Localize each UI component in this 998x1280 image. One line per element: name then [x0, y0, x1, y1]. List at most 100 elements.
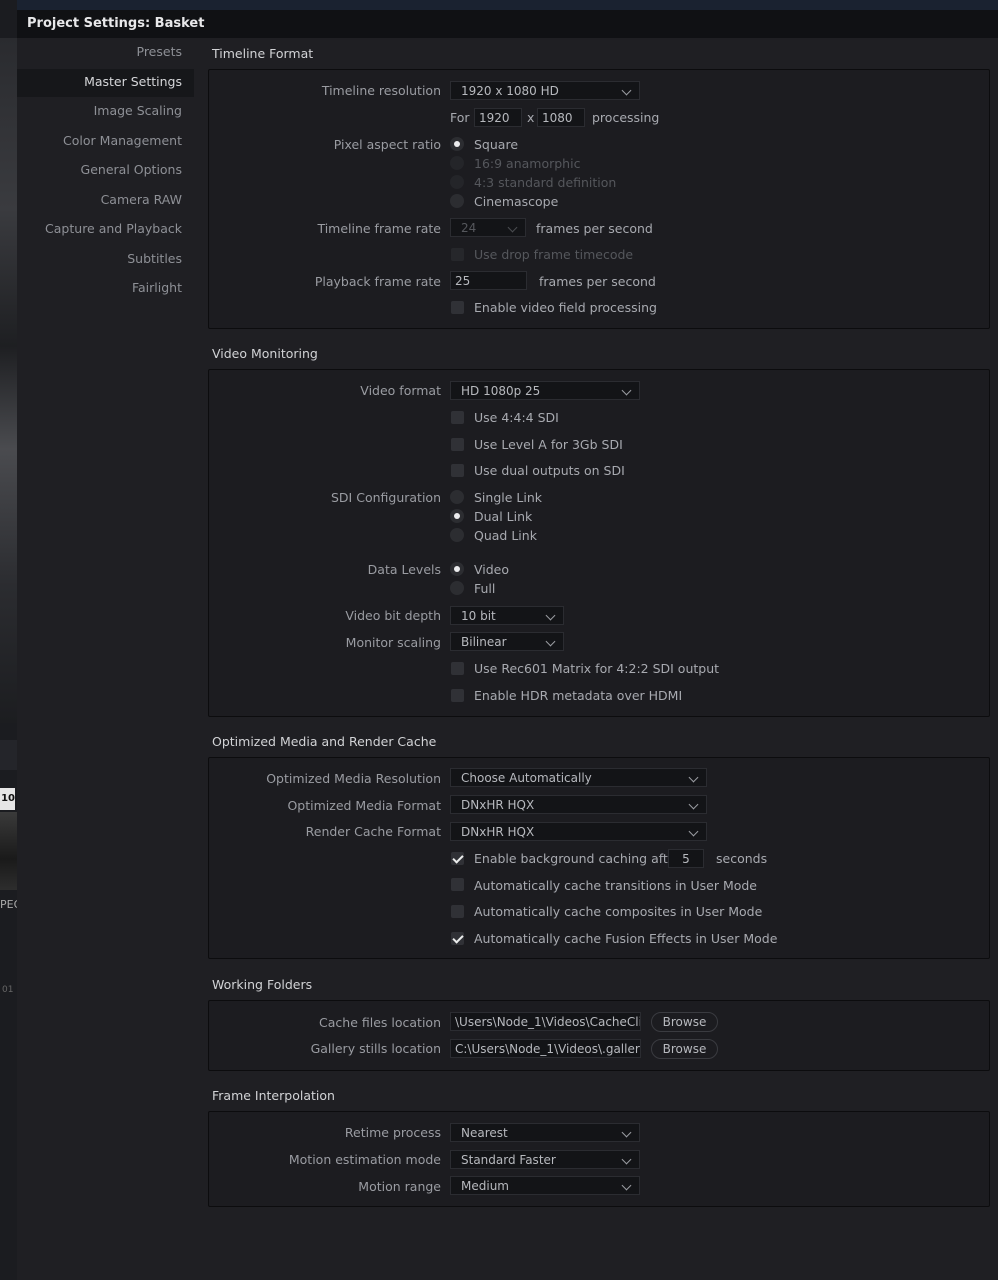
chevron-down-icon	[621, 385, 632, 396]
sidebar-item-color-management[interactable]: Color Management	[63, 133, 182, 148]
chevron-down-icon	[621, 85, 632, 96]
chevron-down-icon	[688, 772, 699, 783]
sidebar-item-image-scaling[interactable]: Image Scaling	[94, 103, 182, 118]
video-bit-depth-dropdown[interactable]: 10 bit	[450, 606, 564, 625]
section-title-timeline-format: Timeline Format	[212, 46, 314, 61]
par-cinemascope-label: Cinemascope	[474, 194, 559, 209]
render-cache-format-label: Render Cache Format	[305, 824, 441, 839]
rec601-checkbox[interactable]	[451, 662, 464, 675]
section-title-video-monitoring: Video Monitoring	[212, 346, 318, 361]
processing-label: processing	[592, 110, 660, 125]
background-thumbnail	[0, 812, 17, 890]
par-standard-def-radio[interactable]	[450, 175, 464, 189]
drop-frame-label: Use drop frame timecode	[474, 247, 634, 262]
retime-process-label: Retime process	[344, 1125, 441, 1140]
cache-browse-button[interactable]: Browse	[651, 1012, 718, 1032]
data-levels-video-radio[interactable]	[450, 562, 464, 576]
gallery-stills-location-label: Gallery stills location	[310, 1041, 441, 1056]
par-cinemascope-radio[interactable]	[450, 194, 464, 208]
chevron-down-icon	[545, 610, 556, 621]
cache-files-location-label: Cache files location	[319, 1015, 441, 1030]
optimized-media-resolution-label: Optimized Media Resolution	[266, 771, 441, 786]
chevron-down-icon	[621, 1127, 632, 1138]
background-caching-checkbox[interactable]	[451, 852, 464, 865]
auto-cache-fusion-checkbox[interactable]	[451, 932, 464, 945]
render-cache-format-dropdown[interactable]: DNxHR HQX	[450, 822, 707, 841]
sidebar-item-presets[interactable]: Presets	[137, 44, 183, 59]
use-444-checkbox[interactable]	[451, 411, 464, 424]
sdi-single-link-radio[interactable]	[450, 490, 464, 504]
cache-files-location-input[interactable]: \Users\Node_1\Videos\CacheClip	[450, 1012, 641, 1031]
timeline-format-panel	[208, 69, 990, 329]
video-format-label: Video format	[360, 383, 441, 398]
monitor-scaling-value: Bilinear	[461, 635, 507, 649]
level-a-checkbox[interactable]	[451, 438, 464, 451]
dual-outputs-checkbox[interactable]	[451, 464, 464, 477]
optimized-media-format-dropdown[interactable]: DNxHR HQX	[450, 795, 707, 814]
background-caching-seconds-input[interactable]: 5	[668, 849, 704, 868]
sidebar-item-camera-raw[interactable]: Camera RAW	[101, 192, 182, 207]
sdi-quad-link-radio[interactable]	[450, 528, 464, 542]
resolution-width-input[interactable]: 1920	[474, 108, 522, 127]
sidebar-item-capture-playback[interactable]: Capture and Playback	[45, 221, 182, 236]
video-bit-depth-label: Video bit depth	[345, 608, 441, 623]
optimized-media-format-value: DNxHR HQX	[461, 798, 535, 812]
data-levels-full-radio[interactable]	[450, 581, 464, 595]
auto-cache-composites-checkbox[interactable]	[451, 905, 464, 918]
playback-frame-rate-label: Playback frame rate	[314, 274, 441, 289]
par-square-label: Square	[474, 137, 519, 152]
sdi-dual-link-radio[interactable]	[450, 509, 464, 523]
playback-fps-label: frames per second	[539, 274, 656, 289]
resolution-x-label: x	[527, 110, 535, 125]
motion-estimation-mode-value: Standard Faster	[461, 1153, 556, 1167]
field-processing-checkbox[interactable]	[451, 301, 464, 314]
video-format-value: HD 1080p 25	[461, 384, 541, 398]
level-a-label: Use Level A for 3Gb SDI	[474, 437, 623, 452]
optimized-media-resolution-dropdown[interactable]: Choose Automatically	[450, 768, 707, 787]
playback-frame-rate-input[interactable]: 25	[450, 271, 527, 290]
section-title-frame-interpolation: Frame Interpolation	[212, 1088, 335, 1103]
working-folders-panel	[208, 1000, 990, 1071]
retime-process-value: Nearest	[461, 1126, 508, 1140]
video-bit-depth-value: 10 bit	[461, 609, 496, 623]
monitor-scaling-dropdown[interactable]: Bilinear	[450, 632, 564, 651]
sidebar-item-subtitles[interactable]: Subtitles	[127, 251, 182, 266]
field-processing-label: Enable video field processing	[474, 300, 657, 315]
timeline-resolution-label: Timeline resolution	[321, 83, 441, 98]
section-title-optimized-media: Optimized Media and Render Cache	[212, 734, 437, 749]
par-anamorphic-radio[interactable]	[450, 156, 464, 170]
drop-frame-checkbox[interactable]	[451, 248, 464, 261]
timeline-frame-rate-dropdown[interactable]: 24	[450, 218, 526, 237]
data-levels-label: Data Levels	[367, 562, 441, 577]
chevron-down-icon	[545, 636, 556, 647]
par-square-radio[interactable]	[450, 137, 464, 151]
optimized-media-format-label: Optimized Media Format	[287, 798, 441, 813]
data-levels-video-label: Video	[474, 562, 510, 577]
motion-range-value: Medium	[461, 1179, 509, 1193]
motion-estimation-mode-dropdown[interactable]: Standard Faster	[450, 1150, 640, 1169]
par-standard-def-label: 4:3 standard definition	[474, 175, 617, 190]
sidebar-item-fairlight[interactable]: Fairlight	[132, 280, 182, 295]
gallery-stills-location-input[interactable]: C:\Users\Node_1\Videos\.gallery	[450, 1039, 641, 1058]
resolution-height-input[interactable]: 1080	[537, 108, 585, 127]
auto-cache-composites-label: Automatically cache composites in User M…	[474, 904, 763, 919]
hdr-metadata-label: Enable HDR metadata over HDMI	[474, 688, 683, 703]
background-toolbar	[0, 740, 17, 770]
retime-process-dropdown[interactable]: Nearest	[450, 1123, 640, 1142]
chevron-down-icon	[507, 222, 518, 233]
auto-cache-fusion-label: Automatically cache Fusion Effects in Us…	[474, 931, 778, 946]
gallery-browse-button[interactable]: Browse	[651, 1039, 718, 1059]
background-viewer-image	[0, 38, 17, 723]
pixel-aspect-ratio-label: Pixel aspect ratio	[333, 137, 441, 152]
timeline-frame-rate-value: 24	[461, 221, 477, 235]
use-444-label: Use 4:4:4 SDI	[474, 410, 559, 425]
motion-range-dropdown[interactable]: Medium	[450, 1176, 640, 1195]
render-cache-format-value: DNxHR HQX	[461, 825, 535, 839]
rec601-label: Use Rec601 Matrix for 4:2:2 SDI output	[474, 661, 720, 676]
video-format-dropdown[interactable]: HD 1080p 25	[450, 381, 640, 400]
timeline-resolution-dropdown[interactable]: 1920 x 1080 HD	[450, 81, 640, 100]
sidebar-item-master-settings[interactable]: Master Settings	[84, 74, 182, 89]
auto-cache-transitions-checkbox[interactable]	[451, 878, 464, 891]
hdr-metadata-checkbox[interactable]	[451, 689, 464, 702]
sidebar-item-general-options[interactable]: General Options	[81, 162, 182, 177]
